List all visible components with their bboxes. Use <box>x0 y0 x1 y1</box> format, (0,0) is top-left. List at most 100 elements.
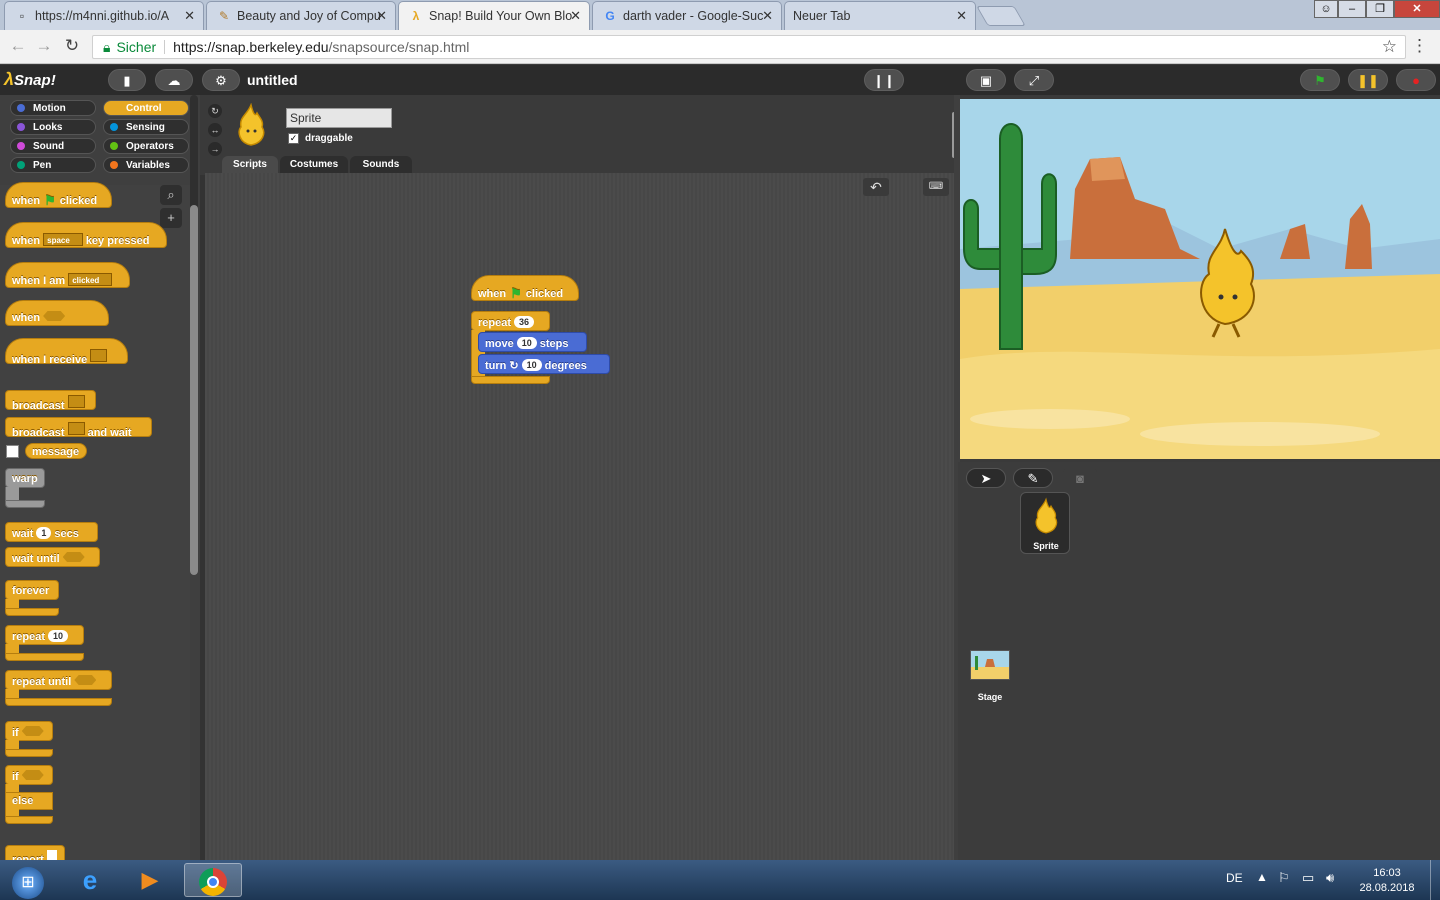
reload-icon[interactable]: ↻ <box>62 36 82 56</box>
stage-size-button[interactable]: ▣ <box>966 69 1006 91</box>
maximize-button[interactable]: ❐ <box>1366 0 1394 18</box>
key-dropdown[interactable]: space <box>43 233 83 246</box>
reporter-message[interactable]: message <box>25 443 87 459</box>
settings-button[interactable]: ⚙ <box>202 69 240 91</box>
secs-input[interactable]: 1 <box>36 527 52 539</box>
turn-input[interactable]: 10 <box>521 359 542 371</box>
network-icon[interactable]: ▭ <box>1302 870 1314 886</box>
close-window-button[interactable]: ✕ <box>1394 0 1440 18</box>
category-pen[interactable]: Pen <box>10 157 96 173</box>
block-repeat-until[interactable]: repeat until <box>5 670 112 690</box>
fullscreen-button[interactable]: ⤢ <box>1014 69 1054 91</box>
tab-google[interactable]: G darth vader - Google-Suc ✕ <box>592 1 782 30</box>
block-forever[interactable]: forever <box>5 580 59 600</box>
script-repeat[interactable]: repeat 36 <box>471 311 550 331</box>
category-motion[interactable]: Motion <box>10 100 96 116</box>
cloud-menu-button[interactable]: ☁ <box>155 69 193 91</box>
camera-sprite-button[interactable]: ◙ <box>1060 468 1100 488</box>
show-desktop-button[interactable] <box>1430 860 1440 900</box>
close-tab-icon[interactable]: ✕ <box>570 8 581 24</box>
close-tab-icon[interactable]: ✕ <box>956 8 967 24</box>
close-tab-icon[interactable]: ✕ <box>762 8 773 24</box>
category-operators[interactable]: Operators <box>103 138 189 154</box>
green-flag-button[interactable]: ⚑ <box>1300 69 1340 91</box>
keyboard-icon[interactable]: ⌨ <box>923 178 949 196</box>
close-tab-icon[interactable]: ✕ <box>184 8 195 24</box>
draggable-checkbox[interactable]: ✓ <box>288 133 299 144</box>
pause-button[interactable]: ❚❚ <box>1348 69 1388 91</box>
url-field[interactable]: 🔒︎ Sicher https://snap.berkeley.edu/snapso… <box>92 35 1406 59</box>
taskbar-ie[interactable]: e <box>64 863 116 897</box>
rotation-any-icon[interactable]: ↻ <box>208 104 222 118</box>
boolean-slot[interactable] <box>43 311 66 321</box>
event-dropdown[interactable]: clicked <box>68 273 113 286</box>
message-dropdown[interactable] <box>90 349 108 362</box>
repeat-input[interactable]: 10 <box>48 630 69 642</box>
boolean-slot[interactable] <box>21 726 44 736</box>
taskbar-media-player[interactable]: ▶ <box>124 863 176 897</box>
back-icon[interactable]: ← <box>8 36 28 56</box>
user-icon[interactable]: ☺ <box>1314 0 1338 18</box>
script-move-steps[interactable]: move 10 steps <box>478 332 587 352</box>
stage-icon[interactable] <box>970 650 1010 680</box>
tab-snap[interactable]: λ Snap! Build Your Own Blo ✕ <box>398 1 590 30</box>
category-sensing[interactable]: Sensing <box>103 119 189 135</box>
chrome-menu-icon[interactable]: ⋮ <box>1411 36 1428 56</box>
boolean-slot[interactable] <box>21 770 44 780</box>
block-if-else[interactable]: if <box>5 765 53 785</box>
palette-scrollbar[interactable] <box>190 205 198 575</box>
tab-scripts[interactable]: Scripts <box>222 156 278 174</box>
script-when-flag-clicked[interactable]: when ⚑ clicked <box>471 275 579 301</box>
tab-m4nni[interactable]: ▫ https://m4nni.github.io/A ✕ <box>4 1 204 30</box>
message-dropdown[interactable] <box>67 395 85 408</box>
scripting-area[interactable]: ↶ ⌨ when ⚑ clicked repeat 36 move 10 steps tu… <box>205 173 957 860</box>
script-turn-degrees[interactable]: turn ↻ 10 degrees <box>478 354 610 374</box>
repeat-input[interactable]: 36 <box>514 316 535 328</box>
block-when-flag-clicked[interactable]: when ⚑ clicked <box>5 182 112 208</box>
message-checkbox[interactable] <box>6 445 19 458</box>
snap-logo[interactable]: λSnap! <box>4 69 56 90</box>
minimize-button[interactable]: – <box>1338 0 1366 18</box>
close-tab-icon[interactable]: ✕ <box>376 8 387 24</box>
undo-icon[interactable]: ↶ <box>863 178 889 196</box>
stage[interactable] <box>960 99 1440 459</box>
block-when-i-receive[interactable]: when I receive <box>5 338 128 366</box>
block-when-condition[interactable]: when <box>5 300 109 326</box>
tab-bjc[interactable]: ✎ Beauty and Joy of Compu ✕ <box>206 1 396 30</box>
turtle-sprite-button[interactable]: ➤ <box>966 468 1006 488</box>
forward-icon[interactable]: → <box>34 36 54 56</box>
show-hidden-icons[interactable]: ▲ <box>1256 870 1268 884</box>
action-center-flag-icon[interactable]: ⚐ <box>1278 870 1290 886</box>
file-menu-button[interactable]: ▮ <box>108 69 146 91</box>
stop-button[interactable]: ● <box>1396 69 1436 91</box>
category-variables[interactable]: Variables <box>103 157 189 173</box>
category-sound[interactable]: Sound <box>10 138 96 154</box>
category-looks[interactable]: Looks <box>10 119 96 135</box>
search-icon[interactable]: ⌕ <box>160 185 182 205</box>
boolean-slot[interactable] <box>62 552 85 562</box>
sprite-icon-sprite[interactable]: Sprite <box>1020 492 1070 554</box>
start-button[interactable]: ⊞ <box>2 863 54 899</box>
block-wait-until[interactable]: wait until <box>5 547 100 567</box>
taskbar-chrome[interactable] <box>184 863 242 897</box>
message-dropdown[interactable] <box>67 422 85 435</box>
block-when-i-am-clicked[interactable]: when I am clicked <box>5 262 130 288</box>
block-when-key-pressed[interactable]: when space key pressed <box>5 222 167 248</box>
rotation-lr-icon[interactable]: ↔ <box>208 123 222 137</box>
make-block-icon[interactable]: + <box>160 208 182 228</box>
boolean-slot[interactable] <box>74 675 97 685</box>
language-indicator[interactable]: DE <box>1226 871 1243 885</box>
app-mode-button[interactable]: ❙❙ <box>864 69 904 91</box>
block-broadcast-and-wait[interactable]: broadcast and wait <box>5 417 152 439</box>
block-repeat[interactable]: repeat 10 <box>5 625 84 645</box>
volume-icon[interactable]: 🔊︎ <box>1326 870 1334 886</box>
block-warp[interactable]: warp <box>5 468 45 488</box>
block-wait-secs[interactable]: wait 1 secs <box>5 522 98 542</box>
tab-costumes[interactable]: Costumes <box>280 156 348 174</box>
category-control[interactable]: Control <box>103 100 189 116</box>
bookmark-star-icon[interactable]: ☆ <box>1382 37 1397 57</box>
block-if[interactable]: if <box>5 721 53 741</box>
paint-sprite-button[interactable]: ✎ <box>1013 468 1053 488</box>
tab-new[interactable]: Neuer Tab ✕ <box>784 1 976 30</box>
move-input[interactable]: 10 <box>516 337 537 349</box>
